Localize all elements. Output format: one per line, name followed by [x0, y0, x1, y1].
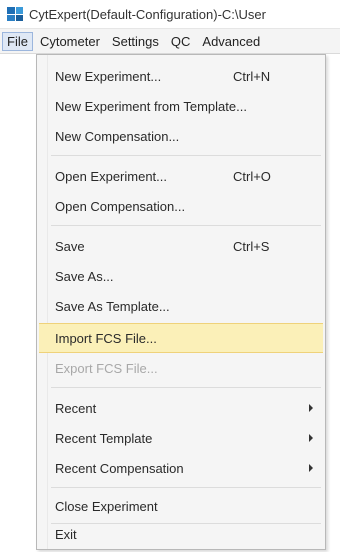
menu-item-recent-template[interactable]: Recent Template — [39, 423, 323, 453]
shortcut-label: Ctrl+O — [233, 168, 271, 184]
menu-item-label: Open Experiment... — [55, 168, 167, 184]
menu-item-label: Export FCS File... — [55, 360, 158, 376]
title-bar: CytExpert(Default-Configuration)-C:\User — [0, 0, 340, 29]
menu-item-label: New Experiment... — [55, 68, 162, 84]
menu-item-recent-compensation[interactable]: Recent Compensation — [39, 453, 323, 483]
menu-item-label: Import FCS File... — [55, 330, 157, 346]
submenu-arrow-icon — [309, 434, 313, 442]
menu-item-import-fcs-file[interactable]: Import FCS File... — [39, 323, 323, 353]
menu-item-open-compensation[interactable]: Open Compensation... — [39, 191, 323, 221]
menu-item-save-as-template[interactable]: Save As Template... — [39, 291, 323, 321]
submenu-arrow-icon — [309, 404, 313, 412]
menu-item-recent[interactable]: Recent — [39, 393, 323, 423]
menu-item-label: Exit — [55, 526, 77, 542]
shortcut-label: Ctrl+N — [233, 68, 271, 84]
menu-item-label: Recent Template — [55, 430, 153, 446]
menu-separator — [51, 387, 321, 388]
file-menu-dropdown: New Experiment... Ctrl+N New Experiment … — [36, 54, 326, 550]
menu-item-label: Recent — [55, 400, 97, 416]
menu-item-label: New Compensation... — [55, 128, 180, 144]
menu-item-close-experiment[interactable]: Close Experiment — [39, 491, 323, 521]
menu-item-label: Save — [55, 238, 85, 254]
menu-separator — [51, 487, 321, 488]
menu-item-label: Recent Compensation — [55, 460, 184, 476]
app-window: CytExpert(Default-Configuration)-C:\User… — [0, 0, 340, 552]
menu-settings[interactable]: Settings — [107, 32, 164, 51]
menu-item-new-compensation[interactable]: New Compensation... — [39, 121, 323, 151]
submenu-arrow-icon — [309, 464, 313, 472]
menu-item-label: Close Experiment — [55, 498, 158, 514]
menu-cytometer[interactable]: Cytometer — [35, 32, 105, 51]
menu-bar: File Cytometer Settings QC Advanced — [0, 29, 340, 54]
menu-qc[interactable]: QC — [166, 32, 196, 51]
menu-item-open-experiment[interactable]: Open Experiment... Ctrl+O — [39, 161, 323, 191]
shortcut-label: Ctrl+S — [233, 238, 270, 254]
cytexpert-app-icon — [7, 7, 23, 21]
menu-separator — [51, 155, 321, 156]
menu-item-label: Save As... — [55, 268, 114, 284]
menu-item-save[interactable]: Save Ctrl+S — [39, 231, 323, 261]
menu-item-label: Open Compensation... — [55, 198, 186, 214]
menu-item-save-as[interactable]: Save As... — [39, 261, 323, 291]
menu-item-export-fcs-file: Export FCS File... — [39, 353, 323, 383]
menu-file[interactable]: File — [2, 31, 33, 51]
menu-advanced[interactable]: Advanced — [197, 32, 265, 51]
menu-separator — [51, 225, 321, 226]
menu-item-new-experiment[interactable]: New Experiment... Ctrl+N — [39, 61, 323, 91]
menu-item-label: Save As Template... — [55, 298, 170, 314]
window-title: CytExpert(Default-Configuration)-C:\User — [29, 6, 266, 22]
menu-item-label: New Experiment from Template... — [55, 98, 247, 114]
menu-item-new-experiment-from-template[interactable]: New Experiment from Template... — [39, 91, 323, 121]
menu-item-exit[interactable]: Exit — [39, 519, 323, 549]
